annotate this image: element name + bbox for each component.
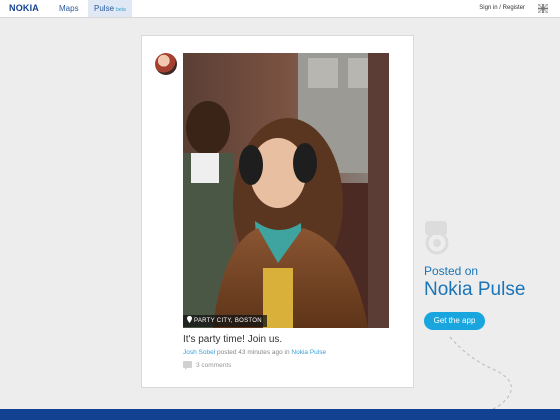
- nav-pulse-label: Pulse: [94, 4, 115, 13]
- top-nav-bar: NOKIA Maps Pulse beta Sign in / Register: [0, 0, 560, 18]
- pin-icon: [187, 316, 192, 323]
- footer-bar: [0, 409, 560, 420]
- comments-link[interactable]: 3 comments: [183, 361, 232, 370]
- post-card: PARTY CITY, BOSTON It's party time! Join…: [141, 35, 414, 388]
- post-photo[interactable]: [183, 53, 389, 328]
- signin-register-link[interactable]: Sign in / Register: [479, 0, 525, 17]
- comments-count: 3 comments: [196, 362, 232, 369]
- promo-brand: Nokia Pulse: [424, 279, 526, 300]
- user-avatar[interactable]: [155, 53, 177, 75]
- promo-posted-on: Posted on: [424, 264, 479, 278]
- get-the-app-button[interactable]: Get the app: [424, 312, 485, 330]
- meta-middle-text: posted 43 minutes ago in: [215, 349, 292, 356]
- post-meta: Josh Sobel posted 43 minutes ago in Noki…: [183, 349, 326, 356]
- uk-flag-icon[interactable]: [538, 4, 548, 13]
- speech-bubble-icon: [183, 361, 192, 370]
- decorative-dashed-path: [449, 336, 512, 414]
- author-link[interactable]: Josh Sobel: [183, 349, 215, 356]
- post-text: It's party time! Join us.: [183, 334, 283, 345]
- beta-badge: beta: [116, 7, 126, 13]
- nav-maps[interactable]: Maps: [53, 0, 85, 17]
- pulse-logo-icon: [425, 221, 449, 255]
- channel-link[interactable]: Nokia Pulse: [291, 349, 326, 356]
- nokia-logo[interactable]: NOKIA: [9, 3, 39, 13]
- location-tag[interactable]: PARTY CITY, BOSTON: [183, 315, 267, 327]
- location-tag-label: PARTY CITY, BOSTON: [194, 318, 262, 324]
- nav-pulse[interactable]: Pulse beta: [88, 0, 132, 17]
